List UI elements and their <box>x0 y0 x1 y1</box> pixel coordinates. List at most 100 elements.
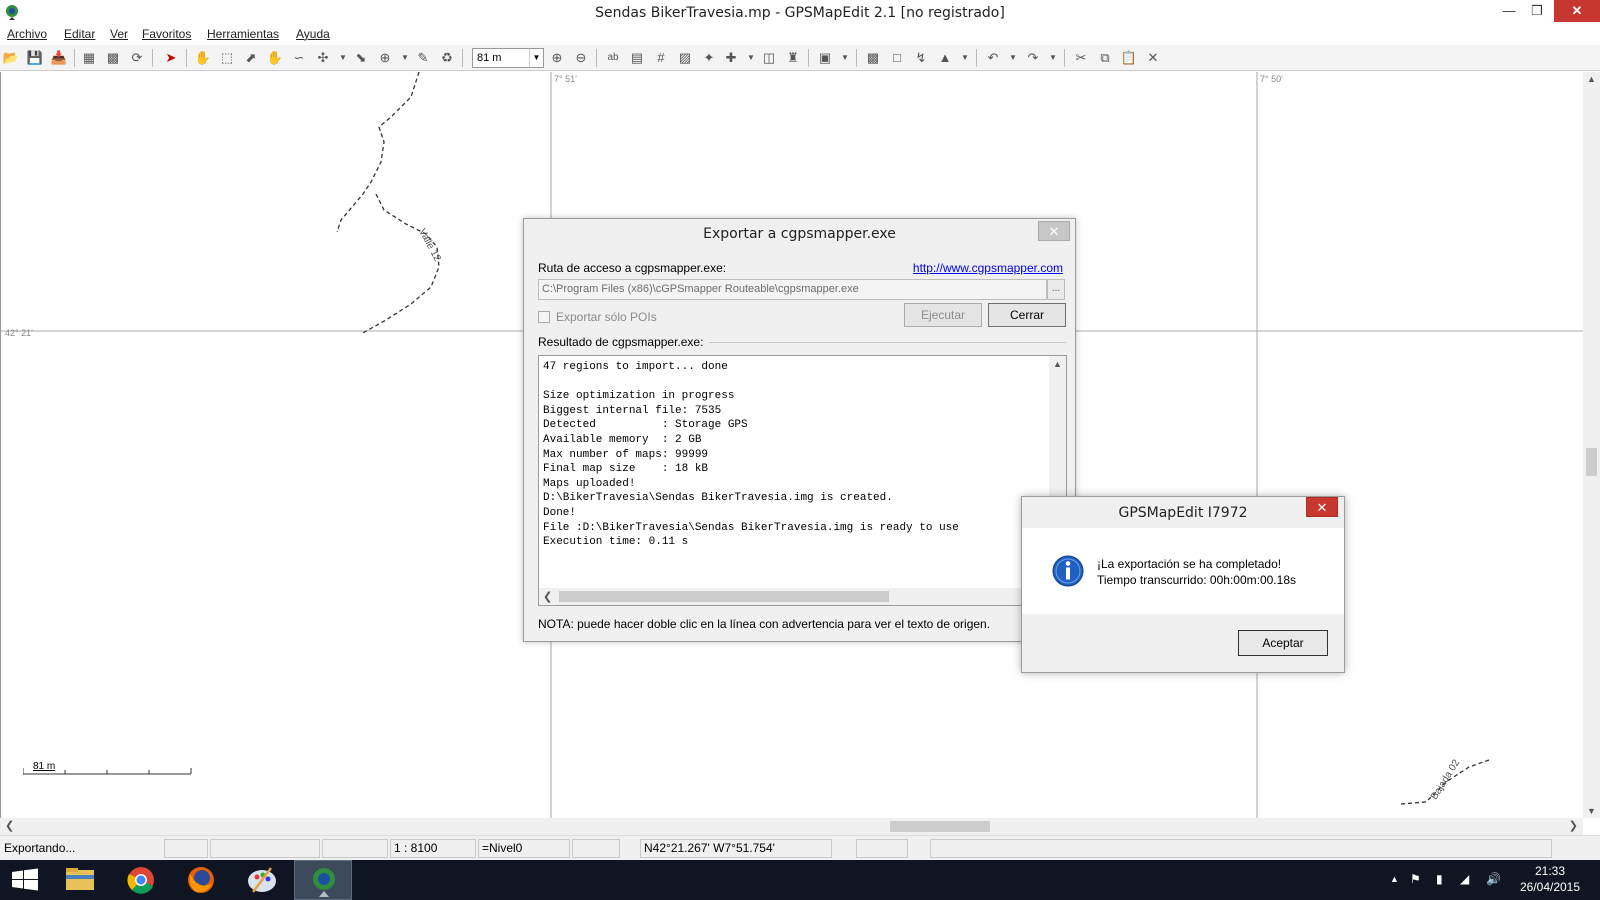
chevron-down-icon[interactable]: ▼ <box>1044 49 1062 67</box>
accept-button[interactable]: Aceptar <box>1238 630 1328 656</box>
dialog-title: Exportar a cgpsmapper.exe <box>703 226 896 242</box>
longitude-label: 7° 51' <box>554 74 577 84</box>
result-label: Resultado de cgpsmapper.exe: <box>538 335 710 349</box>
chevron-down-icon[interactable]: ▼ <box>396 49 414 67</box>
layers-icon[interactable]: ▩ <box>104 49 122 67</box>
output-horizontal-scrollbar[interactable]: ❮ <box>539 588 1051 605</box>
chevron-down-icon[interactable]: ▼ <box>529 49 543 67</box>
copy-icon[interactable]: ⧉ <box>1096 49 1114 67</box>
vertical-scrollbar[interactable]: ▲ ▼ <box>1583 72 1600 818</box>
chevron-down-icon[interactable]: ▼ <box>742 49 760 67</box>
scroll-left-icon[interactable]: ❮ <box>5 819 14 832</box>
show-hidden-icons-icon[interactable]: ▲ <box>1390 874 1399 884</box>
menu-editar[interactable]: Editar <box>64 27 95 41</box>
battery-icon[interactable]: ▮ <box>1436 872 1443 886</box>
scrollbar-thumb[interactable] <box>1586 448 1597 476</box>
chevron-down-icon[interactable]: ▼ <box>836 49 854 67</box>
delete-icon[interactable]: ✕ <box>1144 49 1162 67</box>
save-icon[interactable]: 💾 <box>26 49 44 67</box>
map-properties-icon[interactable]: ▦ <box>80 49 98 67</box>
menu-bar: Archivo Editar Ver Favoritos Herramienta… <box>0 24 1600 44</box>
export-pois-only-checkbox[interactable] <box>538 311 550 323</box>
gps-export-icon[interactable]: ➤ <box>162 49 180 67</box>
action-center-flag-icon[interactable]: ⚑ <box>1410 872 1421 886</box>
gpsmapedit-taskbar-button[interactable] <box>294 860 352 900</box>
toolbar: 📂 💾 📥 ▦ ▩ ⟳ ➤ ✋ ⬚ ⬈ ✋ ∽ ✣ ▼ ⬊ ⊕ ▼ ✎ ♻ 81… <box>0 45 1600 71</box>
scroll-right-icon[interactable]: ❯ <box>1569 819 1578 832</box>
scroll-down-icon[interactable]: ▼ <box>1583 806 1600 816</box>
message-box-close-button[interactable]: ✕ <box>1306 497 1338 517</box>
select-node-icon[interactable]: ⬊ <box>352 49 370 67</box>
scroll-up-icon[interactable]: ▲ <box>1583 74 1600 84</box>
folder-icon <box>66 868 94 890</box>
zoom-out-icon[interactable]: ⊖ <box>572 49 590 67</box>
file-explorer-taskbar-button[interactable] <box>51 860 109 900</box>
cut-icon[interactable]: ✂ <box>1072 49 1090 67</box>
ruler-icon[interactable]: ▤ <box>628 49 646 67</box>
menu-ver[interactable]: Ver <box>110 27 128 41</box>
menu-herramientas[interactable]: Herramientas <box>207 27 279 41</box>
close-window-button[interactable]: ✕ <box>1554 0 1600 22</box>
comment-icon[interactable]: ▣ <box>816 49 834 67</box>
scroll-up-icon[interactable]: ▲ <box>1049 359 1066 369</box>
routing-icon[interactable]: ✚ <box>722 49 740 67</box>
labels-icon[interactable]: ab <box>604 49 622 67</box>
clock-date: 26/04/2015 <box>1519 880 1581 894</box>
close-button[interactable]: Cerrar <box>988 303 1066 327</box>
paint-taskbar-button[interactable] <box>233 860 291 900</box>
stamp-icon[interactable]: ♻ <box>438 49 456 67</box>
bucket-icon[interactable]: ▲ <box>936 49 954 67</box>
crosshair-icon[interactable]: ⊕ <box>376 49 394 67</box>
maximize-button[interactable]: ❐ <box>1522 0 1552 22</box>
hand-pan-icon[interactable]: ✋ <box>194 49 212 67</box>
network-icon[interactable]: ✦ <box>700 49 718 67</box>
gpsmapedit-icon <box>313 868 335 897</box>
zoom-scale-select[interactable]: 81 m ▼ <box>472 48 544 68</box>
menu-ayuda[interactable]: Ayuda <box>296 27 330 41</box>
start-button[interactable] <box>0 860 50 900</box>
polyline-icon[interactable]: ∽ <box>290 49 308 67</box>
run-button[interactable]: Ejecutar <box>904 303 982 327</box>
grid-icon[interactable]: # <box>652 49 670 67</box>
node-icon[interactable]: ✣ <box>314 49 332 67</box>
hatch-icon[interactable]: ▨ <box>676 49 694 67</box>
redo-icon[interactable]: ↷ <box>1024 49 1042 67</box>
zoom-in-icon[interactable]: ⊕ <box>548 49 566 67</box>
scrollbar-thumb[interactable] <box>559 591 889 602</box>
pen-icon[interactable]: ✎ <box>414 49 432 67</box>
paint-palette-icon <box>248 867 276 893</box>
gps-device-icon[interactable]: ♜ <box>784 49 802 67</box>
cgpsmapper-website-link[interactable]: http://www.cgpsmapper.com <box>913 261 1063 275</box>
chevron-down-icon[interactable]: ▼ <box>1004 49 1022 67</box>
cgpsmapper-path-field[interactable]: C:\Program Files (x86)\cGPSmapper Routea… <box>538 279 1047 300</box>
dialog-close-button[interactable]: ✕ <box>1038 221 1070 241</box>
import-icon[interactable]: 📥 <box>50 49 68 67</box>
chevron-down-icon[interactable]: ▼ <box>334 49 352 67</box>
move-icon[interactable]: ✋ <box>266 49 284 67</box>
undo-icon[interactable]: ↶ <box>984 49 1002 67</box>
open-icon[interactable]: 📂 <box>2 49 20 67</box>
grid-tool-icon[interactable]: ▩ <box>864 49 882 67</box>
network-signal-icon[interactable]: ◢ <box>1460 872 1469 886</box>
horizontal-scrollbar[interactable]: ❮ ❯ <box>0 818 1583 835</box>
chevron-down-icon[interactable]: ▼ <box>956 49 974 67</box>
window-title: Sendas BikerTravesia.mp - GPSMapEdit 2.1… <box>595 5 1005 21</box>
menu-favoritos[interactable]: Favoritos <box>142 27 191 41</box>
browse-button[interactable]: ... <box>1047 279 1065 300</box>
volume-icon[interactable]: 🔊 <box>1486 872 1501 886</box>
merge-icon[interactable]: ↯ <box>912 49 930 67</box>
page-icon[interactable]: □ <box>888 49 906 67</box>
taskbar-clock[interactable]: 21:33 26/04/2015 <box>1500 863 1600 895</box>
minimize-button[interactable]: — <box>1494 0 1524 22</box>
chrome-taskbar-button[interactable] <box>112 860 170 900</box>
output-log[interactable]: 47 regions to import... done Size optimi… <box>538 355 1067 606</box>
menu-archivo[interactable]: Archivo <box>7 27 47 41</box>
scroll-left-icon[interactable]: ❮ <box>543 590 552 603</box>
scrollbar-thumb[interactable] <box>890 821 990 832</box>
copy-map-icon[interactable]: ◫ <box>760 49 778 67</box>
pointer-icon[interactable]: ⬈ <box>242 49 260 67</box>
firefox-taskbar-button[interactable] <box>172 860 230 900</box>
rect-select-icon[interactable]: ⬚ <box>218 49 236 67</box>
paste-icon[interactable]: 📋 <box>1120 49 1138 67</box>
transform-icon[interactable]: ⟳ <box>128 49 146 67</box>
